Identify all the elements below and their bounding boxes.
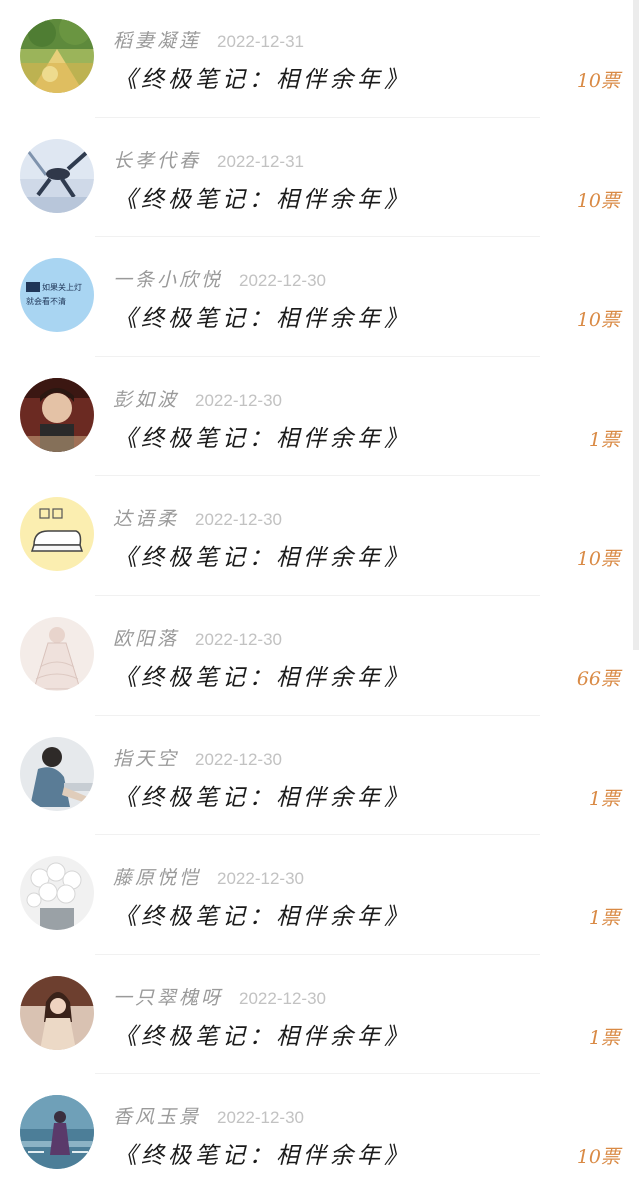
- user-name: 欧阳落 2022-12-30: [113, 624, 282, 651]
- divider: [95, 834, 540, 836]
- vote-amount: 66票: [576, 668, 620, 690]
- avatar-bread-cartoon-icon[interactable]: [20, 497, 94, 572]
- user-name-text: 香风玉景: [113, 1106, 202, 1129]
- vote-date: 2022-12-30: [195, 749, 282, 769]
- book-title: 《终极笔记：相伴余年》: [114, 67, 411, 93]
- vote-amount: 10票: [576, 548, 620, 571]
- book-title: 《终极笔记：相伴余年》: [114, 904, 411, 931]
- user-name-text: 藤原悦恺: [113, 867, 202, 890]
- book-title: 《终极笔记：相伴余年》: [114, 306, 411, 333]
- avatar-text-line: 如果关上灯: [42, 282, 82, 292]
- list-item[interactable]: 达语柔 2022-12-30 《终极笔记：相伴余年》 10票: [0, 478, 630, 598]
- vote-amount: 1票: [588, 428, 620, 451]
- vote-amount: 10票: [576, 189, 620, 212]
- user-name: 一只翠槐呀 2022-12-30: [113, 983, 326, 1010]
- list-item[interactable]: 一只翠槐呀 2022-12-30 《终极笔记：相伴余年》 1票: [0, 957, 630, 1077]
- vote-date: 2022-12-30: [195, 630, 282, 649]
- book-title: 《终极笔记：相伴余年》: [114, 545, 411, 572]
- user-name-text: 达语柔: [113, 508, 180, 531]
- book-title: 《终极笔记：相伴余年》: [114, 665, 411, 691]
- user-name: 一条小欣悦 2022-12-30: [113, 265, 326, 292]
- book-title: 《终极笔记：相伴余年》: [114, 1143, 411, 1170]
- divider: [95, 714, 540, 716]
- user-name-text: 指天空: [113, 747, 180, 770]
- list-item[interactable]: 彭如波 2022-12-30 《终极笔记：相伴余年》 1票: [0, 359, 630, 479]
- user-name: 彭如波 2022-12-30: [113, 385, 282, 412]
- vote-date: 2022-12-31: [217, 151, 304, 171]
- divider: [95, 116, 540, 118]
- divider: [95, 236, 540, 238]
- avatar-text-line: 就会看不清: [26, 296, 66, 306]
- avatar-text-card-icon[interactable]: 如果关上灯 就会看不清: [20, 258, 94, 333]
- vote-amount: 10票: [576, 70, 620, 92]
- list-item[interactable]: 稻妻凝莲 2022-12-31 《终极笔记：相伴余年》 10票: [0, 0, 630, 120]
- vote-amount: 1票: [588, 907, 620, 930]
- avatar-girl-icon[interactable]: [20, 975, 94, 1050]
- user-name: 达语柔 2022-12-30: [113, 504, 282, 531]
- avatar-forest-road-icon[interactable]: [20, 19, 94, 93]
- divider: [95, 1073, 540, 1075]
- vote-record-list: 稻妻凝莲 2022-12-31 《终极笔记：相伴余年》 10票 长孝代春 2022-…: [0, 0, 640, 1184]
- scrollbar[interactable]: [633, 0, 639, 650]
- user-name-text: 一只翠槐呀: [113, 986, 224, 1009]
- vote-date: 2022-12-31: [217, 32, 304, 51]
- vote-date: 2022-12-30: [239, 988, 326, 1008]
- vote-date: 2022-12-30: [217, 869, 304, 889]
- list-item[interactable]: 如果关上灯 就会看不清 一条小欣悦 2022-12-30 《终极笔记：相伴余年》 …: [0, 239, 630, 359]
- avatar-portrait-icon[interactable]: [20, 377, 94, 452]
- vote-amount: 1票: [588, 787, 620, 810]
- list-item[interactable]: 欧阳落 2022-12-30 《终极笔记：相伴余年》 66票: [0, 598, 630, 718]
- vote-amount: 1票: [588, 1026, 620, 1049]
- divider: [95, 355, 540, 357]
- vote-date: 2022-12-30: [195, 510, 282, 530]
- list-item[interactable]: 长孝代春 2022-12-31 《终极笔记：相伴余年》 10票: [0, 120, 630, 240]
- user-name-text: 一条小欣悦: [113, 269, 224, 292]
- list-item[interactable]: 指天空 2022-12-30 《终极笔记：相伴余年》 1票: [0, 718, 630, 838]
- divider: [95, 953, 540, 955]
- avatar-lace-dress-icon[interactable]: [20, 617, 94, 691]
- vote-date: 2022-12-30: [239, 271, 326, 291]
- user-name: 指天空 2022-12-30: [113, 744, 282, 771]
- book-title: 《终极笔记：相伴余年》: [114, 784, 411, 811]
- book-title: 《终极笔记：相伴余年》: [114, 1023, 411, 1050]
- avatar-sitting-person-icon[interactable]: [20, 736, 94, 811]
- avatar-white-flowers-icon[interactable]: [20, 856, 94, 931]
- divider: [95, 475, 540, 477]
- user-name: 稻妻凝莲 2022-12-31: [113, 26, 304, 53]
- book-title: 《终极笔记：相伴余年》: [114, 425, 411, 452]
- user-name-text: 长孝代春: [113, 149, 202, 172]
- user-name-text: 稻妻凝莲: [113, 30, 202, 52]
- user-name: 香风玉景 2022-12-30: [113, 1102, 304, 1129]
- avatar-jumping-figure-icon[interactable]: [20, 138, 94, 213]
- avatar-seaside-figure-icon[interactable]: [20, 1095, 94, 1170]
- list-item[interactable]: 藤原悦恺 2022-12-30 《终极笔记：相伴余年》 1票: [0, 837, 630, 957]
- vote-amount: 10票: [576, 1146, 620, 1169]
- user-name-text: 彭如波: [113, 388, 180, 411]
- user-name: 长孝代春 2022-12-31: [113, 146, 304, 173]
- vote-date: 2022-12-30: [217, 1108, 304, 1128]
- user-name: 藤原悦恺 2022-12-30: [113, 863, 304, 890]
- book-title: 《终极笔记：相伴余年》: [114, 186, 411, 213]
- vote-amount: 10票: [576, 309, 620, 332]
- divider: [95, 594, 540, 596]
- user-name-text: 欧阳落: [113, 628, 180, 650]
- list-item[interactable]: 香风玉景 2022-12-30 《终极笔记：相伴余年》 10票: [0, 1076, 630, 1196]
- vote-date: 2022-12-30: [195, 390, 282, 410]
